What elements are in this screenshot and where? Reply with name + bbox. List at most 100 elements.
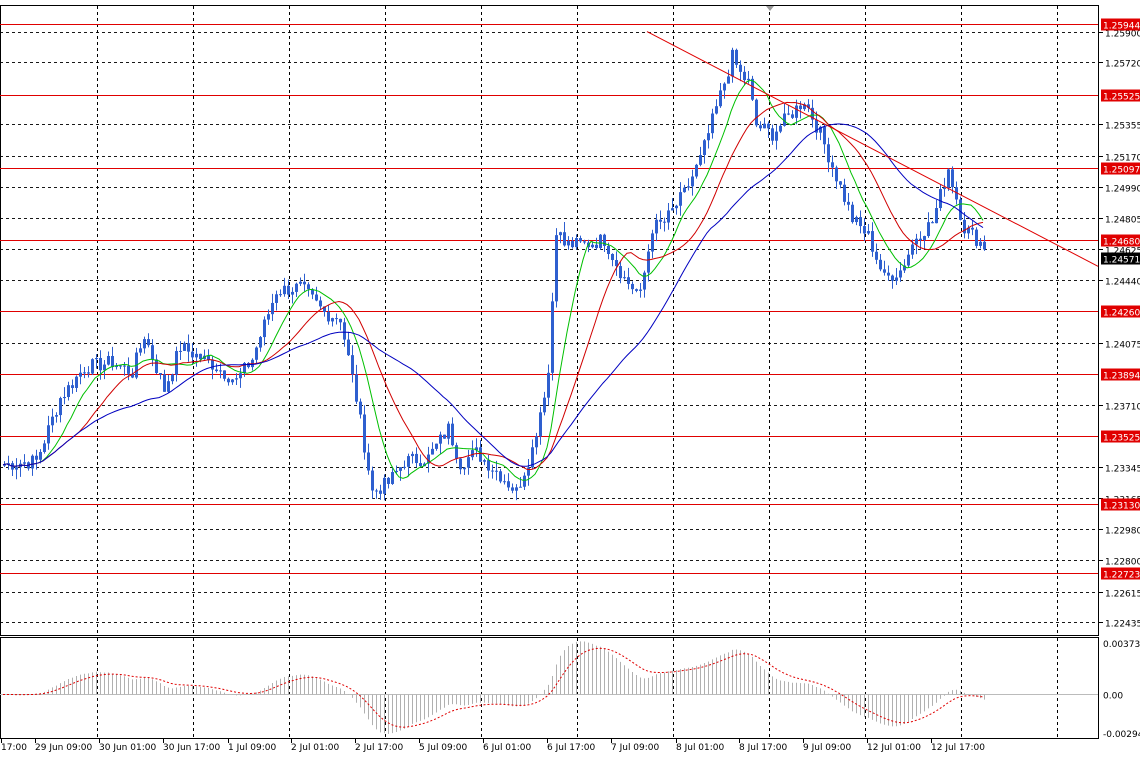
candle-body xyxy=(551,301,554,373)
candle-body xyxy=(787,113,790,115)
candle-body xyxy=(379,490,382,494)
candle-body xyxy=(375,490,378,492)
candle-body xyxy=(959,199,962,220)
candle-body xyxy=(511,487,514,491)
osc-tick-label: -0.00294 xyxy=(1103,730,1140,740)
candle-body xyxy=(95,357,98,360)
candle-body xyxy=(763,123,766,129)
candle-body xyxy=(491,470,494,472)
price-label: 1.24990 xyxy=(1105,185,1140,195)
candle-body xyxy=(523,475,526,487)
candle-body xyxy=(535,436,538,448)
candle-body xyxy=(647,251,650,273)
candle-body xyxy=(655,219,658,234)
time-label: 6 Jul 01:00 xyxy=(483,743,532,753)
candle-body xyxy=(207,355,210,360)
candle-body xyxy=(87,372,90,374)
candle-body xyxy=(695,164,698,177)
time-label: 5 Jul 09:00 xyxy=(419,743,468,753)
candle-body xyxy=(271,302,274,315)
candle-body xyxy=(671,208,674,211)
candle-body xyxy=(527,467,530,476)
candle-body xyxy=(67,385,70,398)
candle-body xyxy=(591,244,594,248)
candle-body xyxy=(739,64,742,72)
candle-body xyxy=(347,339,350,356)
candle-body xyxy=(755,99,758,126)
candle-body xyxy=(179,350,182,352)
candle-body xyxy=(291,291,294,295)
candle-body xyxy=(383,477,386,494)
level-label: 1.24680 xyxy=(1103,238,1140,248)
candle-body xyxy=(891,275,894,281)
candle-body xyxy=(275,294,278,303)
candle-body xyxy=(931,222,934,224)
candle-body xyxy=(267,314,270,320)
level-label: 1.22723 xyxy=(1103,571,1140,581)
level-label: 1.23525 xyxy=(1103,434,1140,444)
candle-body xyxy=(595,244,598,249)
candle-body xyxy=(635,289,638,291)
candle-body xyxy=(867,231,870,234)
candle-body xyxy=(939,189,942,209)
candle-body xyxy=(731,49,734,77)
candle-body xyxy=(675,205,678,209)
level-label: 1.25097 xyxy=(1103,166,1140,176)
candle-body xyxy=(915,238,918,245)
price-chart[interactable]: 17:00 29 Jun 09:00 30 Jun 01:00 30 Jun 17:0… xyxy=(0,0,1140,758)
candle-body xyxy=(75,376,78,388)
candle-body xyxy=(863,226,866,234)
candle-body xyxy=(15,467,18,470)
candle-body xyxy=(155,359,158,374)
candle-body xyxy=(171,374,174,382)
candle-body xyxy=(639,289,642,291)
price-label: 1.23345 xyxy=(1105,465,1140,475)
candle-body xyxy=(399,467,402,471)
candle-body xyxy=(711,113,714,134)
price-label: 1.22800 xyxy=(1105,558,1140,568)
candle-body xyxy=(683,187,686,193)
candle-body xyxy=(447,423,450,439)
price-label: 1.23710 xyxy=(1105,403,1140,413)
candle-body xyxy=(631,283,634,290)
candle-body xyxy=(843,184,846,202)
time-label: 2 Jul 01:00 xyxy=(291,743,340,753)
time-label: 12 Jul 17:00 xyxy=(931,743,985,753)
time-label: 12 Jul 01:00 xyxy=(867,743,921,753)
chart-svg[interactable]: 17:00 29 Jun 09:00 30 Jun 01:00 30 Jun 17:0… xyxy=(0,0,1140,758)
level-label: 1.23894 xyxy=(1103,372,1140,382)
candle-body xyxy=(147,339,150,346)
candle-body xyxy=(403,466,406,468)
price-label: 1.24075 xyxy=(1105,341,1140,351)
candle-body xyxy=(339,318,342,323)
candle-body xyxy=(799,105,802,110)
candle-body xyxy=(191,351,194,358)
candle-body xyxy=(223,370,226,379)
price-label: 1.22980 xyxy=(1105,527,1140,537)
time-label: 7 Jul 09:00 xyxy=(611,743,660,753)
candle-body xyxy=(227,378,230,383)
price-label: 1.25355 xyxy=(1105,122,1140,132)
candle-body xyxy=(707,133,710,141)
candle-body xyxy=(935,208,938,224)
candle-body xyxy=(847,201,850,205)
candle-body xyxy=(619,266,622,279)
candle-body xyxy=(119,365,122,367)
candle-body xyxy=(47,425,50,444)
candle-body xyxy=(123,365,126,367)
candle-body xyxy=(459,458,462,470)
candle-body xyxy=(159,373,162,375)
candle-body xyxy=(875,251,878,260)
osc-tick-label: 0.00 xyxy=(1103,692,1123,702)
candle-body xyxy=(363,414,366,453)
candle-body xyxy=(355,374,358,402)
candle-body xyxy=(519,486,522,488)
candle-body xyxy=(543,397,546,413)
candle-body xyxy=(287,285,290,295)
candle-body xyxy=(451,423,454,446)
candle-body xyxy=(515,487,518,491)
candle-body xyxy=(283,285,286,295)
candle-body xyxy=(571,240,574,248)
time-label: 17:00 xyxy=(1,743,27,753)
main-plot-frame xyxy=(0,5,1099,636)
